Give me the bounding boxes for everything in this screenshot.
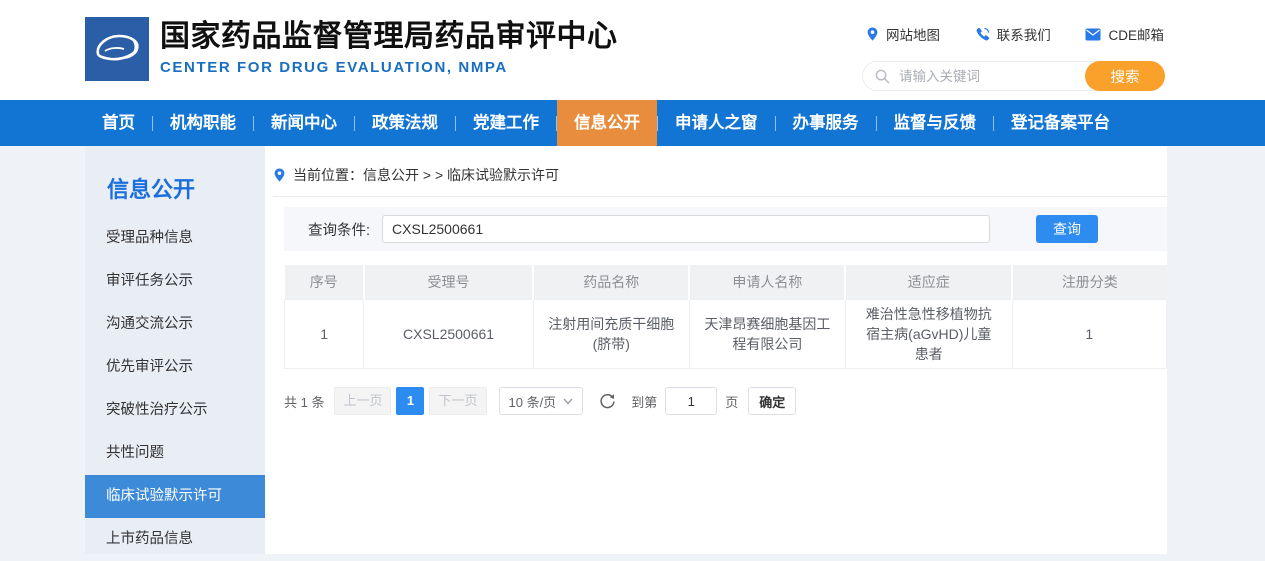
nav-item-home[interactable]: 首页 <box>85 100 152 146</box>
nav-item-registration-platform[interactable]: 登记备案平台 <box>994 100 1127 146</box>
page-size-label: 10 条/页 <box>509 392 557 411</box>
location-pin-icon <box>866 26 879 42</box>
nav-item-organization[interactable]: 机构职能 <box>153 100 253 146</box>
goto-page-suffix: 页 <box>725 392 738 411</box>
phone-icon <box>975 27 990 42</box>
nav-item-party-building[interactable]: 党建工作 <box>456 100 556 146</box>
breadcrumb-text: 当前位置：信息公开 > > 临床试验默示许可 <box>293 165 559 185</box>
sidebar-item-accepted-varieties[interactable]: 受理品种信息 <box>85 217 265 260</box>
site-search-bar: 搜索 <box>862 61 1165 91</box>
content: 当前位置：信息公开 > > 临床试验默示许可 查询条件: 查询 序号 受理号 药… <box>265 146 1167 554</box>
search-icon <box>875 69 890 84</box>
link-sitemap-label: 网站地图 <box>886 24 940 44</box>
link-cde-mail[interactable]: CDE邮箱 <box>1085 24 1164 44</box>
results-table: 序号 受理号 药品名称 申请人名称 适应症 注册分类 1 CXSL2500661… <box>284 265 1167 369</box>
sidebar-item-review-tasks[interactable]: 审评任务公示 <box>85 260 265 303</box>
refresh-icon <box>599 393 616 410</box>
sidebar-item-marketed-drugs[interactable]: 上市药品信息 <box>85 518 265 561</box>
cde-logo-icon <box>85 17 149 81</box>
top-links: 网站地图 联系我们 CDE邮箱 <box>866 24 1164 44</box>
col-header-indication: 适应症 <box>845 265 1012 299</box>
col-header-index: 序号 <box>285 265 364 299</box>
cell-registration-class: 1 <box>1012 299 1166 369</box>
sidebar-item-common-issues[interactable]: 共性问题 <box>85 432 265 475</box>
envelope-icon <box>1085 28 1101 41</box>
cell-applicant: 天津昂赛细胞基因工程有限公司 <box>689 299 845 369</box>
chevron-down-icon <box>563 398 573 405</box>
sidebar-item-priority-review[interactable]: 优先审评公示 <box>85 346 265 389</box>
cell-acceptance-no: CXSL2500661 <box>364 299 533 369</box>
nav-item-policies[interactable]: 政策法规 <box>355 100 455 146</box>
nav-item-supervision-feedback[interactable]: 监督与反馈 <box>877 100 994 146</box>
breadcrumb-pin-icon <box>273 167 286 183</box>
goto-page-input[interactable] <box>665 387 717 415</box>
page-size-select[interactable]: 10 条/页 <box>499 387 584 415</box>
header: 国家药品监督管理局药品审评中心 CENTER FOR DRUG EVALUATI… <box>0 0 1265 100</box>
query-label: 查询条件: <box>308 219 370 240</box>
site-search-input[interactable] <box>899 69 1074 84</box>
goto-page-prefix: 到第 <box>631 392 657 411</box>
col-header-applicant: 申请人名称 <box>689 265 845 299</box>
nav-item-services[interactable]: 办事服务 <box>776 100 876 146</box>
nav-item-info-disclosure[interactable]: 信息公开 <box>557 100 657 146</box>
cell-indication: 难治性急性移植物抗宿主病(aGvHD)儿童患者 <box>845 299 1012 369</box>
sidebar-item-clinical-trial-implied-license[interactable]: 临床试验默示许可 <box>85 475 265 518</box>
prev-page-button[interactable]: 上一页 <box>334 387 391 415</box>
col-header-acceptance-no: 受理号 <box>364 265 533 299</box>
sidebar-title: 信息公开 <box>107 172 265 204</box>
table-row: 1 CXSL2500661 注射用间充质干细胞(脐带) 天津昂赛细胞基因工程有限… <box>285 299 1167 369</box>
col-header-registration-class: 注册分类 <box>1012 265 1166 299</box>
refresh-button[interactable] <box>599 393 616 410</box>
link-contact-us[interactable]: 联系我们 <box>975 24 1051 44</box>
site-search-button[interactable]: 搜索 <box>1085 61 1165 91</box>
breadcrumb: 当前位置：信息公开 > > 临床试验默示许可 <box>273 165 1167 197</box>
nav-item-news[interactable]: 新闻中心 <box>254 100 354 146</box>
main-nav-inner: 首页 机构职能 新闻中心 政策法规 党建工作 信息公开 申请人之窗 办事服务 监… <box>85 100 1265 146</box>
pagination: 共 1 条 上一页 1 下一页 10 条/页 到第 <box>284 387 1167 415</box>
sidebar-item-communication[interactable]: 沟通交流公示 <box>85 303 265 346</box>
link-contact-us-label: 联系我们 <box>997 24 1051 44</box>
pagination-total: 共 1 条 <box>284 392 324 411</box>
page: 国家药品监督管理局药品审评中心 CENTER FOR DRUG EVALUATI… <box>0 0 1265 554</box>
site-title: 国家药品监督管理局药品审评中心 <box>160 19 618 55</box>
page-number-button[interactable]: 1 <box>396 387 424 415</box>
table-header-row: 序号 受理号 药品名称 申请人名称 适应症 注册分类 <box>285 265 1167 299</box>
link-cde-mail-label: CDE邮箱 <box>1108 24 1164 44</box>
main-nav: 首页 机构职能 新闻中心 政策法规 党建工作 信息公开 申请人之窗 办事服务 监… <box>0 100 1265 146</box>
main-container: 信息公开 受理品种信息 审评任务公示 沟通交流公示 优先审评公示 突破性治疗公示… <box>85 146 1167 554</box>
sidebar-item-breakthrough-therapy[interactable]: 突破性治疗公示 <box>85 389 265 432</box>
query-input[interactable] <box>382 215 990 243</box>
next-page-button[interactable]: 下一页 <box>429 387 486 415</box>
cell-drug-name: 注射用间充质干细胞(脐带) <box>533 299 689 369</box>
col-header-drug-name: 药品名称 <box>533 265 689 299</box>
site-title-block: 国家药品监督管理局药品审评中心 CENTER FOR DRUG EVALUATI… <box>160 19 618 76</box>
sidebar: 信息公开 受理品种信息 审评任务公示 沟通交流公示 优先审评公示 突破性治疗公示… <box>85 146 265 554</box>
nav-item-applicant-window[interactable]: 申请人之窗 <box>658 100 775 146</box>
query-button[interactable]: 查询 <box>1036 215 1098 243</box>
cell-index: 1 <box>285 299 364 369</box>
query-bar: 查询条件: 查询 <box>284 207 1167 251</box>
site-subtitle: CENTER FOR DRUG EVALUATION, NMPA <box>160 59 618 76</box>
link-sitemap[interactable]: 网站地图 <box>866 24 940 44</box>
confirm-button[interactable]: 确定 <box>748 387 796 415</box>
